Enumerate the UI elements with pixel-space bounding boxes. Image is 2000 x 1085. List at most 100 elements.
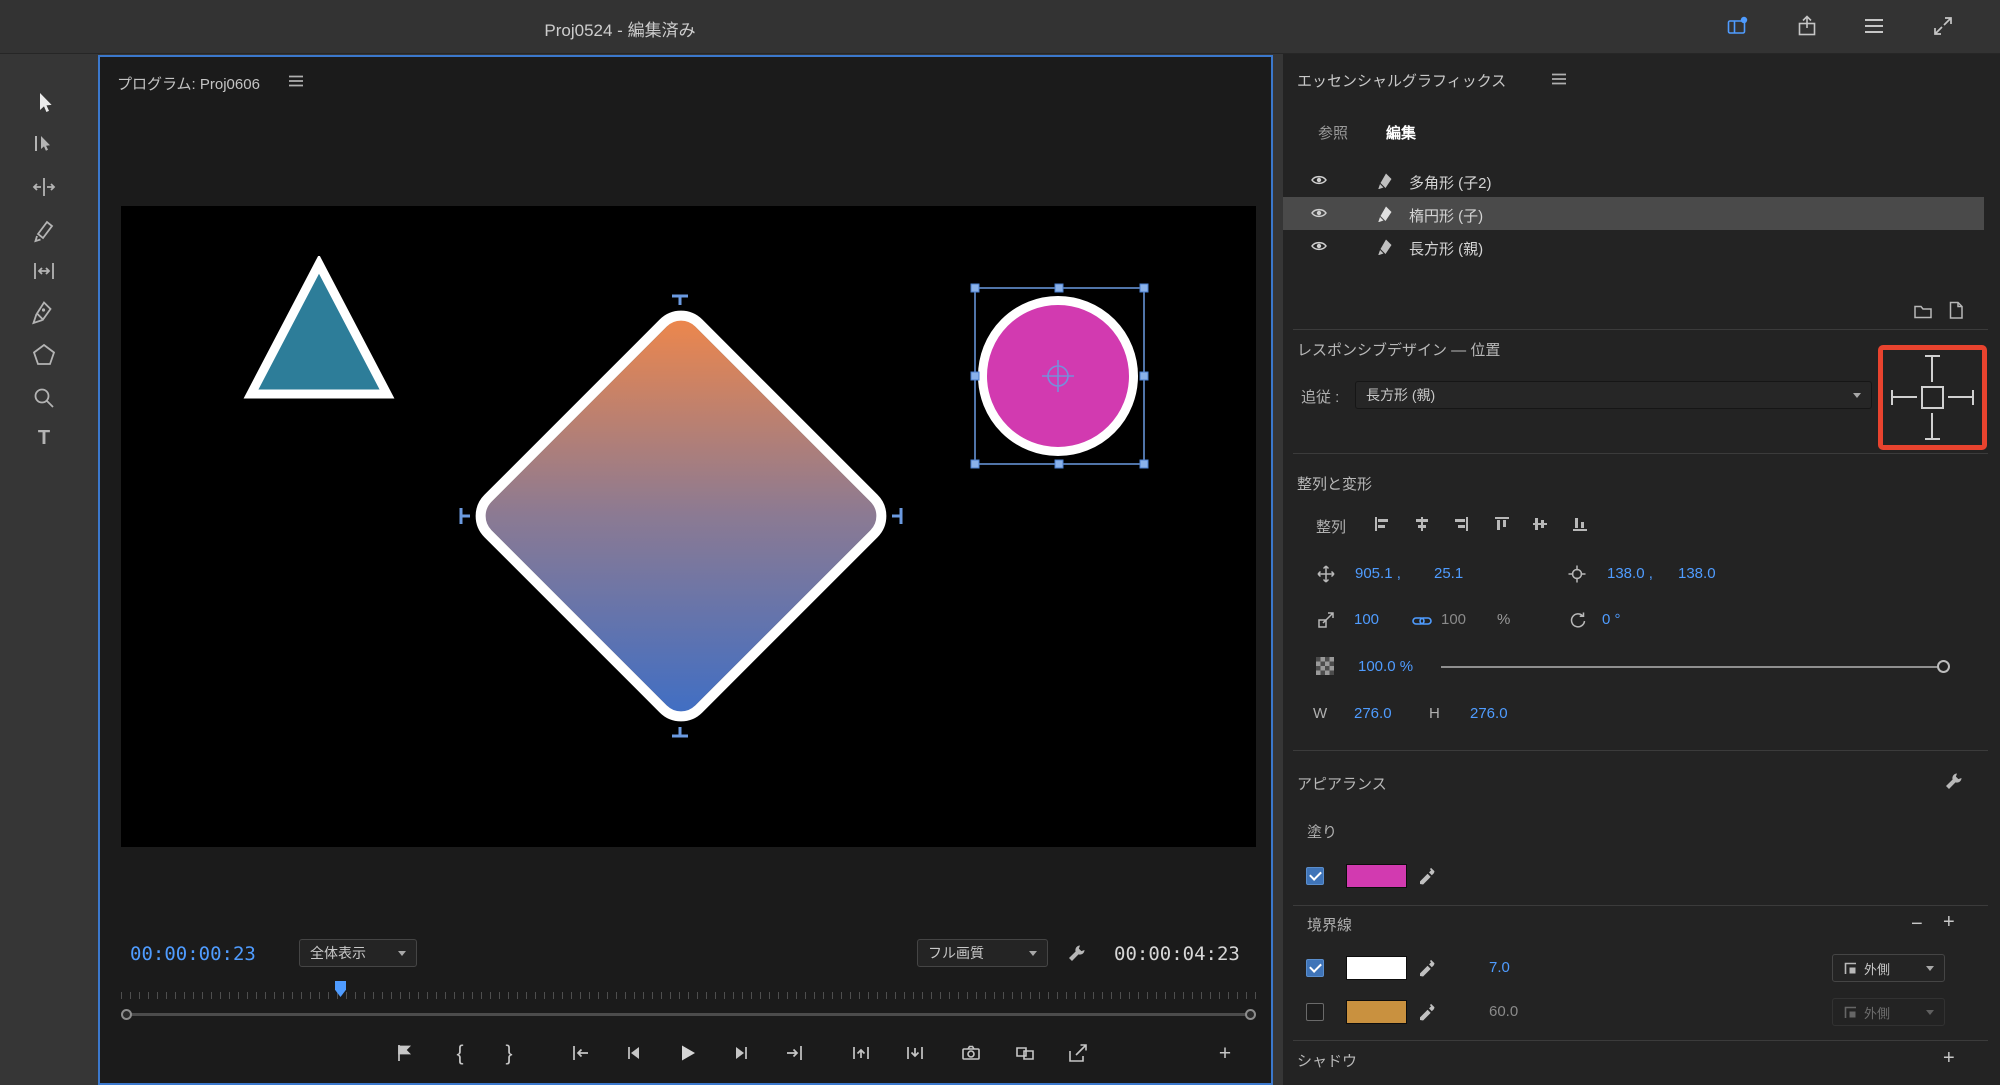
layer-row-ellipse-selected[interactable]: 楕円形 (子) (1283, 197, 1984, 230)
layer-row-polygon[interactable]: 多角形 (子2) (1283, 164, 1984, 197)
shape-triangle[interactable] (241, 256, 397, 402)
stroke2-checkbox[interactable] (1306, 1003, 1324, 1021)
razor-tool[interactable] (31, 218, 57, 244)
export-media-icon[interactable] (1067, 1042, 1089, 1066)
time-ruler[interactable] (121, 979, 1256, 999)
scale-unit-label: % (1497, 611, 1510, 628)
lift-icon[interactable] (850, 1042, 872, 1066)
shadow-title: シャドウ (1297, 1050, 1357, 1071)
opacity-slider-knob[interactable] (1937, 660, 1950, 673)
stroke2-style-dropdown[interactable]: 外側 (1832, 998, 1945, 1026)
scale-x-value[interactable]: 100 (1354, 611, 1379, 628)
appearance-wrench-icon[interactable] (1943, 771, 1963, 791)
fit-zoom-dropdown[interactable]: 全体表示 (299, 939, 417, 967)
panel-menu-icon[interactable] (1551, 72, 1567, 86)
add-stroke-button[interactable]: + (1943, 912, 1955, 932)
opacity-slider-track[interactable] (1441, 666, 1944, 668)
playhead[interactable] (335, 981, 346, 997)
go-to-out-icon[interactable] (784, 1042, 806, 1066)
playback-quality-dropdown[interactable]: フル画質 (917, 939, 1048, 967)
mark-in-icon[interactable]: { (449, 1042, 471, 1066)
align-top-icon[interactable] (1493, 515, 1511, 533)
zoom-handle-left[interactable] (121, 1009, 132, 1020)
extract-icon[interactable] (904, 1042, 926, 1066)
eye-icon[interactable] (1310, 173, 1328, 187)
play-button-icon[interactable] (676, 1042, 698, 1066)
app-menu-icon[interactable] (1863, 16, 1885, 36)
width-value[interactable]: 276.0 (1354, 705, 1392, 722)
zoom-scrollbar[interactable] (121, 1008, 1256, 1020)
stroke1-color-swatch[interactable] (1346, 956, 1407, 980)
mark-out-icon[interactable]: } (498, 1042, 520, 1066)
new-layer-icon[interactable] (1947, 300, 1965, 320)
position-y-value[interactable]: 25.1 (1434, 565, 1463, 582)
align-bottom-icon[interactable] (1571, 515, 1589, 533)
align-center-h-icon[interactable] (1413, 515, 1431, 533)
new-folder-icon[interactable] (1913, 302, 1933, 320)
comparison-view-icon[interactable] (1014, 1042, 1036, 1066)
position-x-value[interactable]: 905.1 , (1355, 565, 1401, 582)
anchor-y-value[interactable]: 138.0 (1678, 565, 1716, 582)
video-canvas[interactable] (121, 206, 1256, 847)
panel-title: エッセンシャルグラフィックス (1297, 70, 1506, 91)
follow-parent-dropdown[interactable]: 長方形 (親) (1355, 381, 1872, 409)
tab-browse[interactable]: 参照 (1318, 122, 1348, 143)
slip-tool[interactable] (31, 258, 57, 284)
fullscreen-icon[interactable] (1932, 15, 1954, 37)
export-frame-camera-icon[interactable] (960, 1042, 982, 1066)
share-export-icon[interactable] (1795, 14, 1819, 38)
type-tool[interactable]: T (31, 427, 57, 453)
stroke2-width-value[interactable]: 60.0 (1489, 1003, 1518, 1020)
chevron-down-icon (1029, 951, 1037, 956)
stroke-align-icon (1843, 1005, 1858, 1020)
button-editor-add-icon[interactable]: + (1214, 1042, 1236, 1066)
link-scale-icon[interactable] (1412, 614, 1432, 628)
align-center-v-icon[interactable] (1531, 515, 1549, 533)
stroke2-color-swatch[interactable] (1346, 1000, 1407, 1024)
go-to-in-icon[interactable] (569, 1042, 591, 1066)
track-select-tool[interactable] (31, 132, 57, 158)
fill-eyedropper-icon[interactable] (1417, 865, 1437, 885)
selection-tool[interactable] (31, 91, 57, 117)
stroke1-checkbox[interactable] (1306, 959, 1324, 977)
stroke2-eyedropper-icon[interactable] (1417, 1001, 1437, 1021)
add-shadow-button[interactable]: + (1943, 1048, 1955, 1068)
eye-icon[interactable] (1310, 239, 1328, 253)
step-back-icon[interactable] (622, 1042, 644, 1066)
align-right-icon[interactable] (1452, 515, 1470, 533)
zoom-tool[interactable] (31, 385, 57, 411)
rotation-icon (1568, 610, 1588, 630)
opacity-value[interactable]: 100.0 % (1358, 658, 1413, 675)
monitor-settings-wrench-icon[interactable] (1066, 943, 1086, 963)
fill-color-swatch[interactable] (1346, 864, 1407, 888)
stroke1-style-dropdown[interactable]: 外側 (1832, 954, 1945, 982)
pen-tool[interactable] (31, 300, 57, 326)
zoom-handle-right[interactable] (1245, 1009, 1256, 1020)
stroke1-width-value[interactable]: 7.0 (1489, 959, 1510, 976)
program-panel-title: プログラム: Proj0606 (117, 73, 260, 94)
duration-timecode: 00:00:04:23 (1114, 943, 1240, 965)
step-forward-icon[interactable] (731, 1042, 753, 1066)
tab-edit[interactable]: 編集 (1386, 122, 1416, 143)
program-panel-menu-icon[interactable] (288, 74, 304, 88)
fill-checkbox[interactable] (1306, 867, 1324, 885)
shape-tool[interactable] (31, 342, 57, 368)
layer-row-rectangle[interactable]: 長方形 (親) (1283, 230, 1984, 263)
workspace-icon[interactable] (1726, 15, 1750, 39)
pen-layer-icon (1377, 205, 1394, 222)
height-value[interactable]: 276.0 (1470, 705, 1508, 722)
align-left-icon[interactable] (1373, 515, 1391, 533)
scale-y-value[interactable]: 100 (1441, 611, 1466, 628)
pen-layer-icon (1377, 238, 1394, 255)
current-timecode[interactable]: 00:00:00:23 (130, 943, 256, 965)
shape-ellipse-selected[interactable] (978, 296, 1138, 456)
anchor-x-value[interactable]: 138.0 , (1607, 565, 1653, 582)
eye-icon[interactable] (1310, 206, 1328, 220)
annotation-highlight-box (1878, 345, 1987, 450)
ripple-edit-tool[interactable] (31, 174, 57, 200)
add-marker-icon[interactable] (393, 1042, 415, 1066)
stroke1-eyedropper-icon[interactable] (1417, 957, 1437, 977)
remove-stroke-button[interactable]: − (1911, 914, 1923, 934)
shape-diamond[interactable] (463, 298, 899, 734)
rotation-value[interactable]: 0 ° (1602, 611, 1621, 628)
